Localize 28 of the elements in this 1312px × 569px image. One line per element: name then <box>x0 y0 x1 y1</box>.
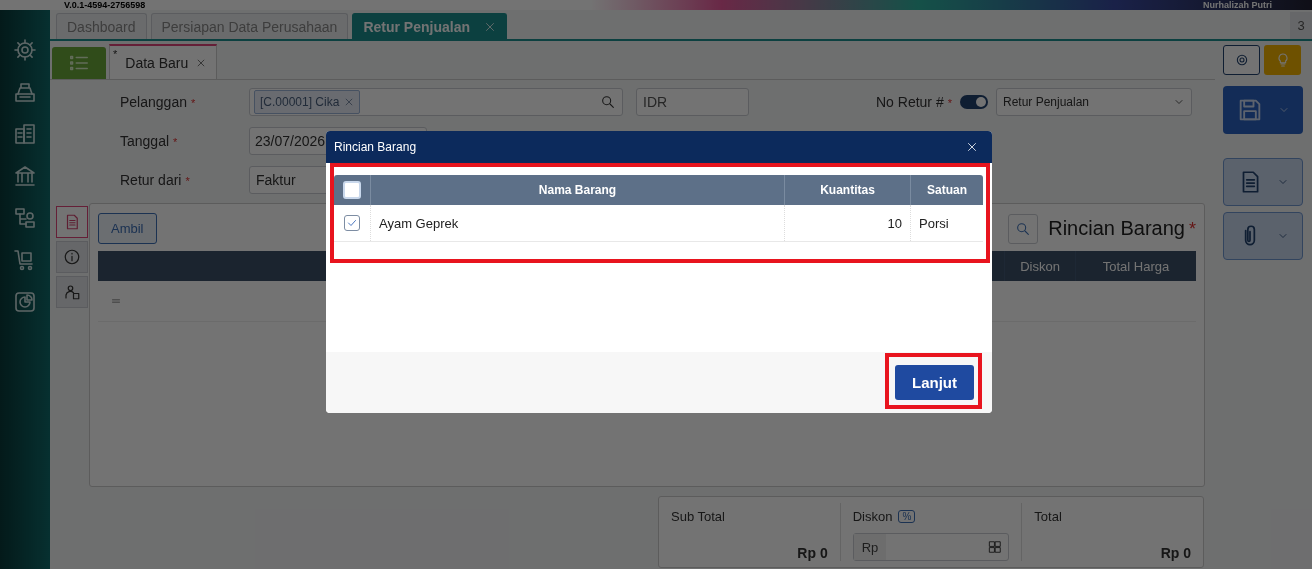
field-label: Retur dari * <box>120 172 191 188</box>
table-cell: Porsi <box>910 205 983 241</box>
column-header: Kuantitas <box>784 175 910 205</box>
field-label: Pelanggan * <box>120 94 197 110</box>
column-header: Satuan <box>910 175 983 205</box>
dialog-title: Rincian Barang <box>334 140 417 154</box>
required-mark: * <box>190 97 196 109</box>
customer-tag: [C.00001] Cika <box>254 90 361 114</box>
version-text: V.0.1-4594-2756598 <box>64 0 146 10</box>
required-mark: * <box>947 97 952 109</box>
subtotal-label: Sub Total <box>671 509 726 524</box>
column-header: Total Harga <box>1075 251 1196 281</box>
subtotal-value: Rp 0 <box>797 545 828 561</box>
table-cell: Ayam Geprek <box>370 205 784 241</box>
required-mark: * <box>185 175 190 187</box>
required-mark: * <box>1189 219 1196 239</box>
panel-title: Rincian Barang * <box>1048 217 1196 240</box>
total-value: Rp 0 <box>1160 545 1191 561</box>
column-header: Diskon <box>1004 251 1075 281</box>
discount-label: Diskon <box>852 509 893 524</box>
table-cell: 10 <box>784 205 910 241</box>
user-name: Nurhalizah Putri <box>1203 0 1272 10</box>
required-mark: * <box>173 136 178 148</box>
field-label: No Retur # * <box>876 94 952 110</box>
field-label: Tanggal * <box>120 133 179 149</box>
total-label: Total <box>1034 509 1063 524</box>
column-header: Nama Barang <box>370 175 784 205</box>
currency-field: IDR <box>636 88 749 116</box>
